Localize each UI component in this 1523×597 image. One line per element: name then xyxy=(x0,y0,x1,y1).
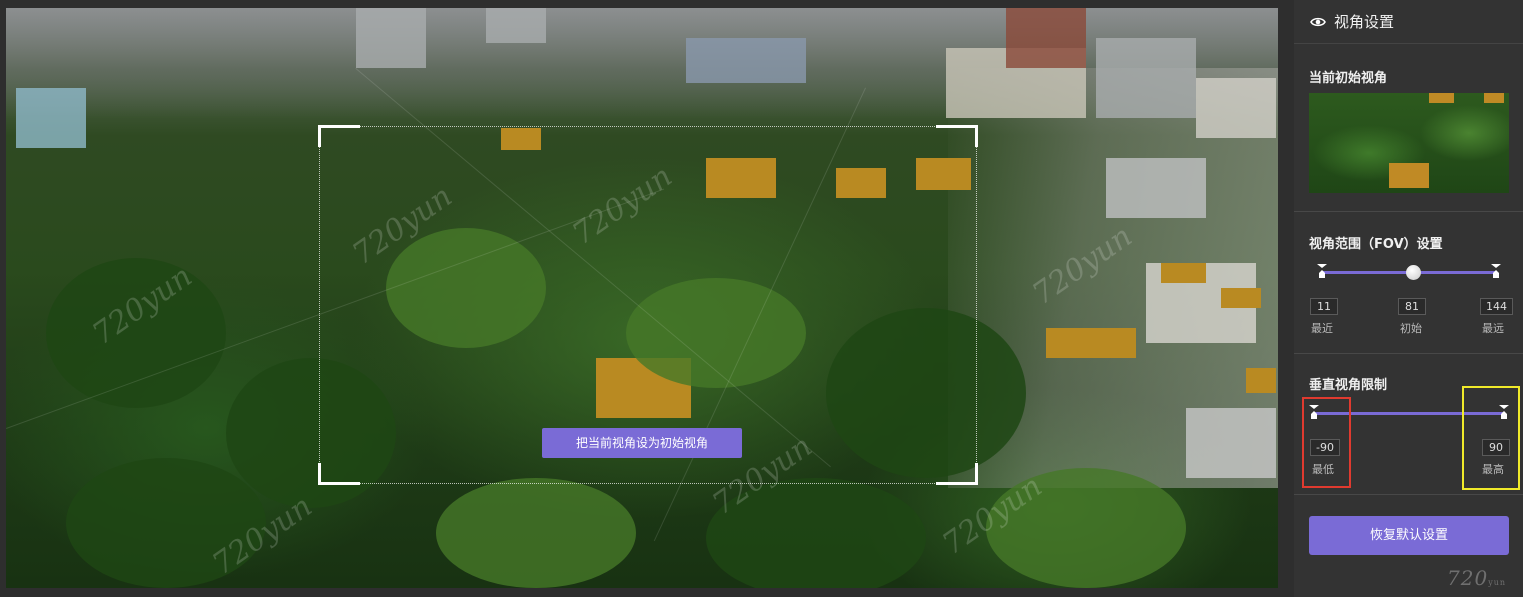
frame-corner xyxy=(936,463,978,485)
fov-max-handle[interactable] xyxy=(1491,264,1501,278)
building xyxy=(1006,8,1086,68)
frame-corner xyxy=(936,125,978,147)
logo-text: 720 xyxy=(1447,566,1489,590)
fov-min-handle[interactable] xyxy=(1317,264,1327,278)
building xyxy=(1196,78,1276,138)
building xyxy=(16,88,86,148)
temple-roof xyxy=(1389,163,1429,188)
logo-sub: yun xyxy=(1488,578,1507,587)
fov-max-label: 最远 xyxy=(1482,322,1504,335)
building xyxy=(1106,158,1206,218)
fov-init-knob[interactable] xyxy=(1406,265,1421,280)
panorama-viewer[interactable]: 720yun 720yun 720yun 720yun 720yun 720yu… xyxy=(6,8,1278,588)
app-root: 720yun 720yun 720yun 720yun 720yun 720yu… xyxy=(0,0,1523,597)
section-title: 当前初始视角 xyxy=(1309,71,1388,86)
temple-roof xyxy=(1161,263,1206,283)
temple-roof xyxy=(1221,288,1261,308)
temple-roof xyxy=(1429,93,1454,103)
frame-corner xyxy=(318,125,360,147)
section-title: 视角范围（FOV）设置 xyxy=(1309,237,1443,252)
view-settings-panel: 视角设置 当前初始视角 视角范围（FOV）设置 11 81 144 最近 初始 … xyxy=(1294,0,1523,597)
initial-view-section: 当前初始视角 xyxy=(1294,45,1523,212)
eye-icon xyxy=(1310,17,1326,26)
section-title: 垂直视角限制 xyxy=(1309,378,1388,393)
tree-canopy xyxy=(436,478,636,588)
fov-init-label: 初始 xyxy=(1400,322,1422,335)
fov-min-value[interactable]: 11 xyxy=(1310,298,1338,315)
building xyxy=(1096,38,1196,118)
frame-corner xyxy=(318,463,360,485)
initial-view-thumbnail[interactable] xyxy=(1309,93,1509,193)
temple-roof xyxy=(1046,328,1136,358)
building xyxy=(1186,408,1276,478)
fov-section: 视角范围（FOV）设置 11 81 144 最近 初始 最远 xyxy=(1294,212,1523,354)
reset-defaults-button[interactable]: 恢复默认设置 xyxy=(1309,516,1509,555)
building xyxy=(356,8,426,68)
highlight-box-yellow xyxy=(1462,386,1520,490)
temple-roof xyxy=(1246,368,1276,393)
fov-max-value[interactable]: 144 xyxy=(1480,298,1513,315)
panel-title: 视角设置 xyxy=(1334,13,1395,31)
panel-header: 视角设置 xyxy=(1294,0,1523,44)
building xyxy=(486,8,546,43)
highlight-box-red xyxy=(1302,397,1351,488)
fov-min-label: 最近 xyxy=(1311,322,1333,335)
set-initial-view-button[interactable]: 把当前视角设为初始视角 xyxy=(542,428,742,458)
building xyxy=(686,38,806,83)
temple-roof xyxy=(1484,93,1504,103)
fov-init-value[interactable]: 81 xyxy=(1398,298,1426,315)
tree-canopy xyxy=(46,258,226,408)
brand-logo: 720yun xyxy=(1447,566,1506,590)
